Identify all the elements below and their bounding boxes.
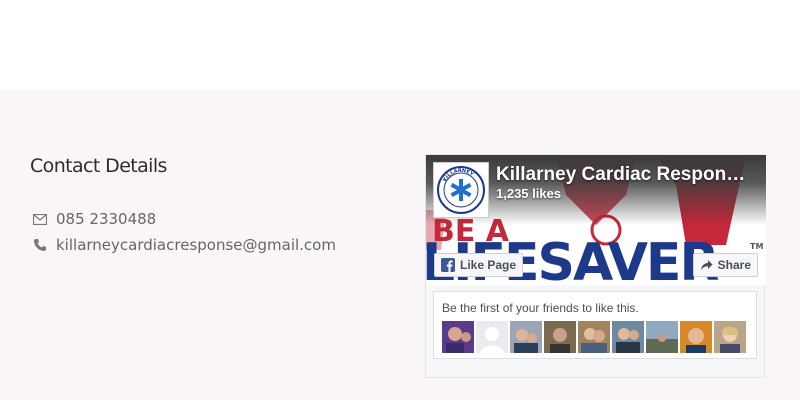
like-page-label: Like Page: [460, 258, 517, 272]
contact-phone: 085 2330488: [56, 210, 157, 228]
share-label: Share: [717, 258, 751, 272]
friend-avatar[interactable]: [578, 321, 610, 353]
friend-avatar[interactable]: [680, 321, 712, 353]
page-likes-count: 1,235 likes: [496, 186, 562, 201]
friends-box: Be the first of your friends to like thi…: [433, 291, 757, 359]
friend-avatar[interactable]: [510, 321, 542, 353]
facebook-icon: [441, 258, 455, 272]
page-profile-logo[interactable]: KILLARNEY: [433, 162, 489, 218]
share-arrow-icon: [700, 259, 713, 271]
friend-faces-row: [442, 321, 746, 353]
facebook-page-widget: BE A LIFESAVER TM KILLARNEY Killarney Ca…: [425, 154, 766, 378]
friend-avatar[interactable]: [714, 321, 746, 353]
contact-title: Contact Details: [30, 155, 167, 177]
contact-email-row: killarneycardiacresponse@gmail.com: [32, 236, 336, 254]
friend-avatar-default[interactable]: [476, 321, 508, 353]
facebook-cover-image[interactable]: BE A LIFESAVER TM KILLARNEY Killarney Ca…: [426, 155, 766, 285]
cover-tm: TM: [750, 242, 763, 251]
page-top-band: [0, 0, 800, 90]
friends-like-text: Be the first of your friends to like thi…: [442, 301, 639, 315]
friend-avatar[interactable]: [442, 321, 474, 353]
like-page-button[interactable]: Like Page: [434, 253, 524, 277]
phone-icon: [32, 237, 48, 253]
contact-email[interactable]: killarneycardiacresponse@gmail.com: [56, 236, 336, 254]
friend-avatar[interactable]: [646, 321, 678, 353]
friend-avatar[interactable]: [544, 321, 576, 353]
page-name[interactable]: Killarney Cardiac Respon…: [496, 164, 745, 186]
friend-avatar[interactable]: [612, 321, 644, 353]
envelope-icon: [32, 211, 48, 227]
contact-phone-row: 085 2330488: [32, 210, 156, 228]
share-button[interactable]: Share: [692, 253, 758, 277]
